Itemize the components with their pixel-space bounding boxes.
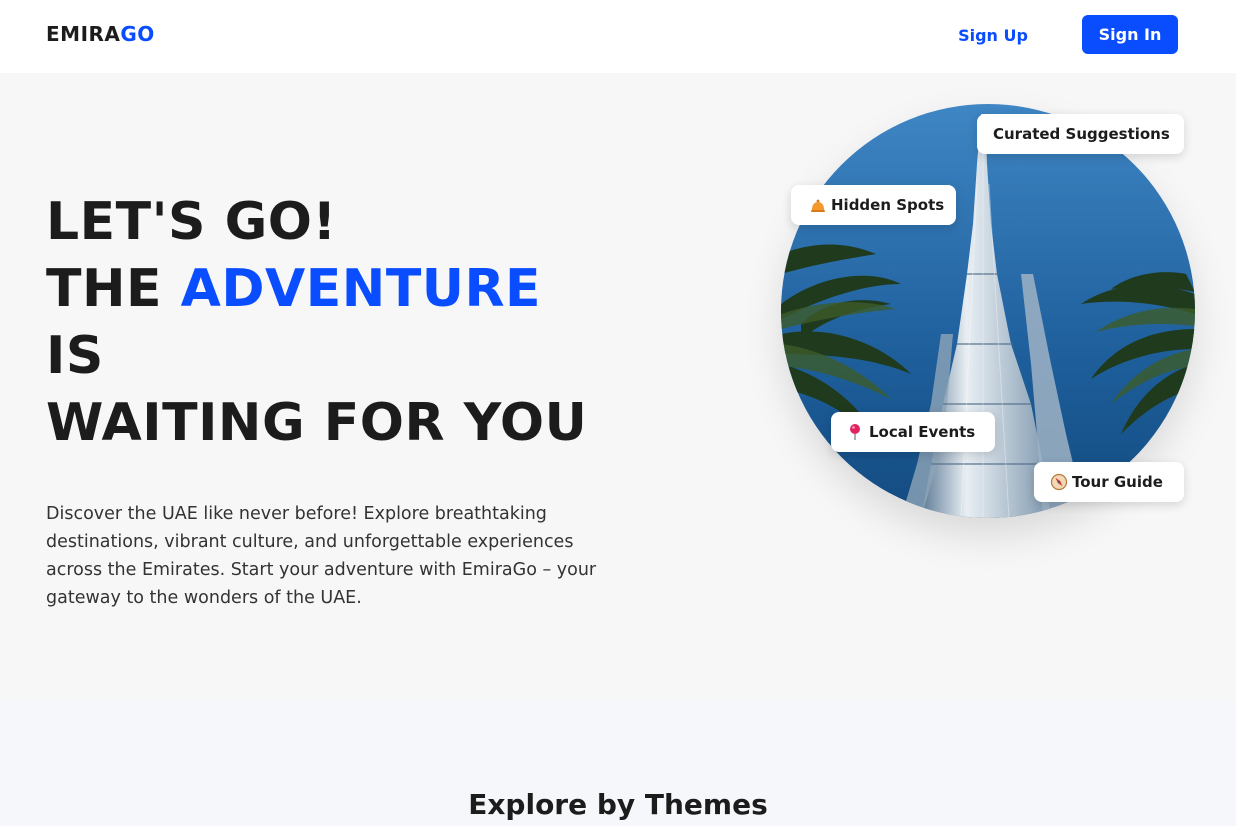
hero-title-line-3: IS [46,326,104,386]
logo-accent: GO [120,22,155,46]
themes-section: Explore by Themes [0,700,1236,826]
logo-main: EMIRA [46,22,121,46]
logo[interactable]: EMIRAGO [46,22,155,46]
hero-title-line-2-prefix: THE [46,259,163,319]
hero-description: Discover the UAE like never before! Expl… [46,504,597,608]
tour-guide-chip: Tour Guide [1034,462,1184,502]
hero-title-line-4: WAITING FOR YOU [46,393,588,453]
sign-up-button[interactable]: Sign Up [944,16,1042,54]
chip-label: Local Events [869,423,976,441]
chip-label: Tour Guide [1072,473,1163,491]
navbar: EMIRAGO Sign Up Sign In [0,0,1236,73]
hero-image-burj-khalifa [781,104,1195,518]
hero-title-accent: ADVENTURE [180,259,542,319]
compass-icon [1050,473,1068,491]
hero-title-line-1: LET'S GO! [46,192,337,252]
sign-in-button[interactable]: Sign In [1082,15,1178,54]
hidden-spots-chip: Hidden Spots [791,185,956,225]
bell-icon [809,196,827,214]
curated-suggestions-chip: Curated Suggestions [977,114,1184,154]
pin-icon [847,423,865,441]
local-events-chip: Local Events [831,412,995,452]
themes-title: Explore by Themes [468,788,768,821]
chip-label: Hidden Spots [831,196,945,214]
chip-label: Curated Suggestions [993,125,1170,143]
hero-title: LET'S GO! THE ADVENTURE IS WAITING FOR Y… [46,189,686,457]
